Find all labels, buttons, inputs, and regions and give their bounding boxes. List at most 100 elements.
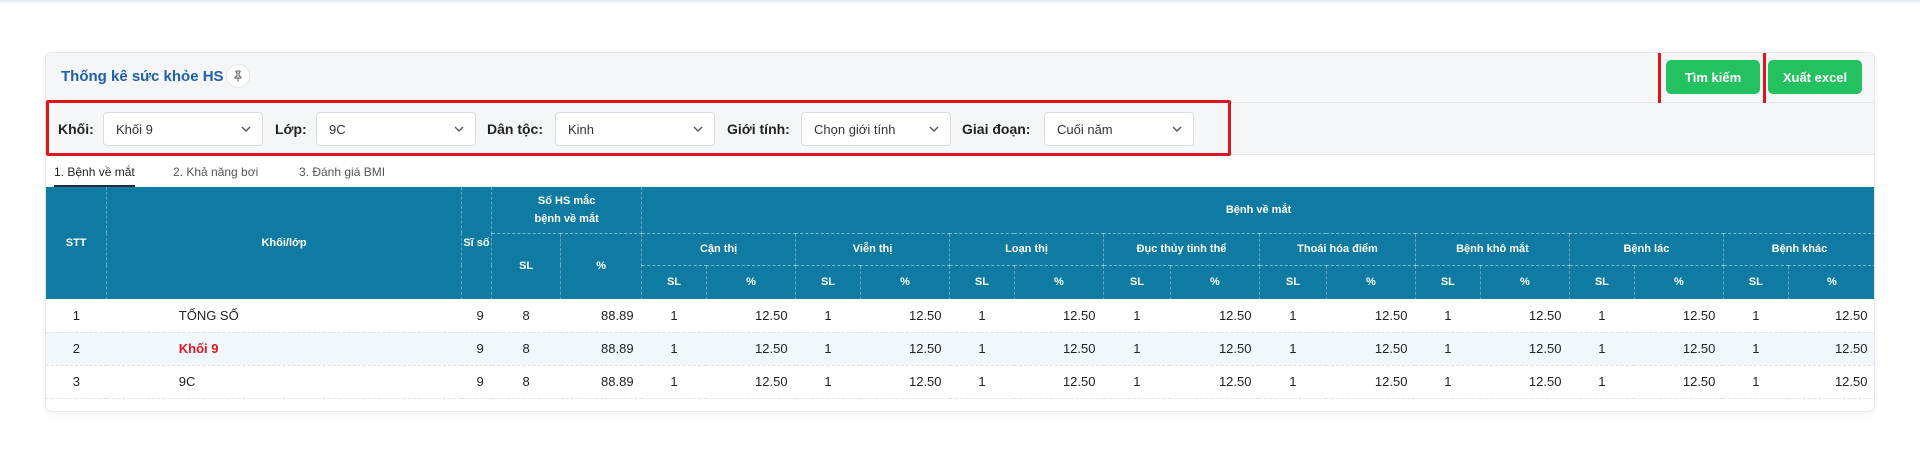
tab-benh-ve-mat[interactable]: 1. Bệnh về mắt [54, 165, 135, 187]
cell-siso: 9 [461, 299, 492, 333]
cell-d: 12.50 [1634, 332, 1724, 366]
select-lop[interactable]: 9C [316, 112, 476, 146]
card-header: Thống kê sức khỏe HS Tìm kiếm Xuất excel [46, 53, 1874, 107]
chevron-down-icon [1172, 126, 1182, 132]
cell-sl: 8 [491, 365, 561, 399]
chevron-down-icon [693, 126, 703, 132]
col-header-so-hs-mac-line1: Số HS mắc [537, 194, 596, 207]
cell-d: 1 [1415, 332, 1481, 366]
cell-d: 1 [641, 299, 707, 333]
cell-stt: 3 [46, 365, 107, 399]
cell-d: 1 [1103, 332, 1171, 366]
cell-d: 1 [1569, 332, 1635, 366]
cell-d: 12.50 [860, 332, 950, 366]
tab-kha-nang-boi[interactable]: 2. Khả năng bơi [173, 165, 258, 185]
col-header-so-hs-mac-line2: bệnh về mắt [534, 212, 599, 225]
cell-sl: 8 [491, 332, 561, 366]
col-header-khoi-lop: Khối/lớp [106, 187, 462, 300]
select-gioitinh[interactable]: Chọn giới tính [801, 112, 951, 146]
col-header-pct: % [1170, 265, 1260, 300]
cell-d: 12.50 [860, 365, 950, 399]
col-header-sl: SL [641, 265, 707, 300]
select-khoi[interactable]: Khối 9 [103, 112, 263, 146]
cell-pct: 88.89 [560, 365, 642, 399]
col-header-sl: SL [1569, 265, 1635, 300]
cell-d: 1 [949, 365, 1015, 399]
select-giaidoan-value: Cuối năm [1057, 121, 1113, 137]
col-header-sl: SL [795, 265, 861, 300]
cell-stt: 1 [46, 299, 107, 333]
col-header-pct: % [1788, 265, 1874, 300]
cell-d: 12.50 [1326, 332, 1416, 366]
col-header-sl: SL [1103, 265, 1171, 300]
filter-label-lop: Lớp: [275, 121, 307, 137]
cell-pct: 88.89 [560, 332, 642, 366]
cell-d: 12.50 [1170, 332, 1260, 366]
col-header-sl: SL [491, 233, 562, 300]
col-header-benh-khac: Bệnh khác [1723, 233, 1874, 266]
export-excel-button[interactable]: Xuất excel [1768, 60, 1862, 94]
col-header-sl: SL [1259, 265, 1327, 300]
cell-d: 1 [1103, 365, 1171, 399]
cell-d: 12.50 [1788, 299, 1874, 333]
cell-d: 12.50 [1014, 299, 1104, 333]
cell-d: 12.50 [1634, 299, 1724, 333]
col-header-duc-thuy-tinh-the: Đục thủy tinh thể [1103, 233, 1260, 266]
cell-d: 12.50 [1634, 365, 1724, 399]
cell-siso: 9 [461, 365, 492, 399]
cell-d: 1 [949, 299, 1015, 333]
select-dantoc[interactable]: Kinh [555, 112, 715, 146]
cell-d: 12.50 [1170, 299, 1260, 333]
cell-d: 1 [1259, 365, 1327, 399]
pin-icon [234, 70, 242, 82]
tab-bar: 1. Bệnh về mắt 2. Khả năng bơi 3. Đánh g… [46, 156, 1874, 190]
col-header-can-thi: Cận thị [641, 233, 797, 266]
select-dantoc-value: Kinh [568, 121, 595, 137]
cell-d: 12.50 [1480, 299, 1570, 333]
col-header-loan-thi: Loạn thị [949, 233, 1104, 266]
cell-d: 1 [1415, 299, 1481, 333]
cell-stt: 2 [46, 332, 107, 366]
cell-d: 1 [1259, 332, 1327, 366]
cell-d: 12.50 [1326, 299, 1416, 333]
health-stats-card: Thống kê sức khỏe HS Tìm kiếm Xuất excel… [45, 52, 1875, 412]
cell-d: 1 [795, 332, 861, 366]
table-row: 1 TỔNG SỐ 9 8 88.89 1 12.50 1 12.50 1 12.50… [46, 299, 1874, 333]
cell-d: 1 [641, 332, 707, 366]
select-lop-value: 9C [329, 121, 346, 137]
search-button[interactable]: Tìm kiếm [1666, 60, 1760, 94]
filter-label-khoi: Khối: [58, 121, 94, 137]
cell-d: 12.50 [1788, 365, 1874, 399]
cell-d: 1 [1569, 299, 1635, 333]
cell-d: 12.50 [1014, 365, 1104, 399]
col-header-pct: % [1634, 265, 1724, 300]
col-header-sl: SL [1723, 265, 1789, 300]
col-header-stt: STT [46, 187, 108, 300]
col-header-si-so: Sĩ số [461, 187, 493, 300]
chevron-down-icon [454, 126, 464, 132]
tab-danh-gia-bmi[interactable]: 3. Đánh giá BMI [299, 165, 385, 185]
select-giaidoan[interactable]: Cuối năm [1044, 112, 1194, 146]
col-header-benh-ve-mat: Bệnh về mắt [641, 187, 1874, 234]
cell-name-link[interactable]: Khối 9 [106, 332, 462, 366]
col-header-so-hs-mac: Số HS mắc bệnh về mắt [491, 187, 643, 234]
cell-name: TỔNG SỐ [106, 299, 462, 333]
cell-d: 1 [641, 365, 707, 399]
col-header-pct: % [706, 265, 797, 300]
col-header-pct: % [560, 233, 643, 300]
col-header-pct: % [1326, 265, 1416, 300]
pin-button[interactable] [226, 64, 250, 88]
select-khoi-value: Khối 9 [116, 121, 153, 137]
col-header-vien-thi: Viễn thị [795, 233, 951, 266]
cell-d: 1 [949, 332, 1015, 366]
cell-name: 9C [106, 365, 462, 399]
filter-bar: Khối: Khối 9 Lớp: 9C Dân tộc: Kinh Giới … [46, 100, 1874, 156]
col-header-sl: SL [1415, 265, 1481, 300]
col-header-sl: SL [949, 265, 1015, 300]
chevron-down-icon [929, 126, 939, 132]
cell-d: 1 [1569, 365, 1635, 399]
col-header-pct: % [1480, 265, 1570, 300]
cell-d: 1 [795, 365, 861, 399]
cell-d: 12.50 [1014, 332, 1104, 366]
chevron-down-icon [241, 126, 251, 132]
